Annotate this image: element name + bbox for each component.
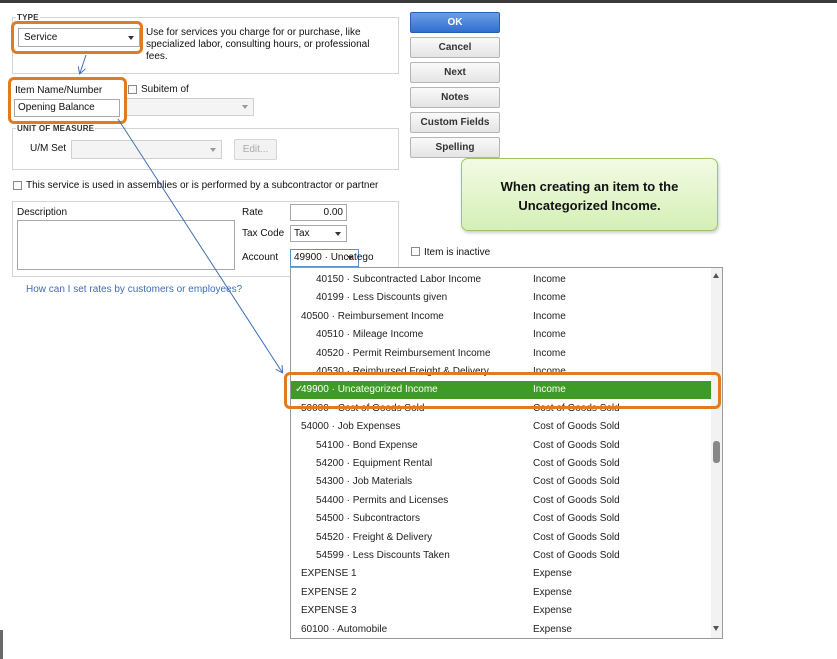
- subitem-label: Subitem of: [141, 84, 189, 95]
- account-row-type: Cost of Goods Sold: [533, 439, 620, 451]
- tax-code-value: Tax: [294, 228, 310, 239]
- tax-code-select[interactable]: Tax: [290, 225, 347, 242]
- account-row-type: Expense: [533, 586, 572, 598]
- tax-code-label: Tax Code: [242, 228, 285, 239]
- annotation-callout: When creating an item to the Uncategoriz…: [461, 158, 718, 231]
- account-row[interactable]: 40520 · Permit Reimbursement Income Incom…: [291, 345, 711, 363]
- account-row-type: Cost of Goods Sold: [533, 476, 620, 488]
- account-row[interactable]: 54400 · Permits and Licenses Cost of Good…: [291, 492, 711, 510]
- rate-label: Rate: [242, 207, 264, 218]
- um-set-select[interactable]: [71, 140, 222, 159]
- scroll-up-icon[interactable]: [713, 273, 719, 278]
- type-highlight: [11, 21, 143, 54]
- description-label: Description: [17, 207, 68, 218]
- account-row-type: Income: [533, 329, 566, 341]
- account-row-name: EXPENSE 3: [301, 605, 357, 617]
- item-name-highlight: [8, 77, 127, 124]
- um-edit-button[interactable]: Edit...: [234, 139, 277, 160]
- account-row-name: EXPENSE 1: [301, 568, 357, 580]
- account-row-name: 54200 · Equipment Rental: [316, 458, 433, 469]
- item-inactive-label: Item is inactive: [424, 247, 491, 258]
- account-row-type: Cost of Goods Sold: [533, 494, 620, 506]
- account-row[interactable]: EXPENSE 3 Expense: [291, 602, 711, 620]
- rate-value: 0.00: [323, 207, 343, 218]
- window-left-border: [0, 630, 3, 659]
- account-row-type: Expense: [533, 623, 572, 635]
- account-select-value: 49900 · Uncatego: [294, 252, 374, 263]
- account-row[interactable]: 54000 · Job Expenses Cost of Goods Sold: [291, 418, 711, 436]
- account-row-type: Expense: [533, 568, 572, 580]
- account-select[interactable]: 49900 · Uncatego: [290, 249, 374, 267]
- window-top-border: [0, 0, 837, 3]
- account-row-name: 54300 · Job Materials: [316, 476, 413, 488]
- custom-fields-button[interactable]: Custom Fields: [410, 112, 500, 133]
- ok-button[interactable]: OK: [410, 12, 500, 33]
- account-row-type: Income: [533, 292, 566, 304]
- account-dropdown-list[interactable]: 40150 · Subcontracted Labor Income Income…: [290, 267, 723, 639]
- chevron-down-icon: [347, 256, 353, 260]
- account-row-type: Expense: [533, 605, 572, 617]
- account-row-name: 54500 · Subcontractors: [316, 513, 420, 525]
- account-row[interactable]: 54100 · Bond Expense Cost of Goods Sold: [291, 437, 711, 455]
- account-row-type: Cost of Goods Sold: [533, 550, 620, 561]
- account-row-name: 54599 · Less Discounts Taken: [316, 550, 450, 561]
- description-textarea[interactable]: [17, 220, 235, 270]
- account-row-name: 60100 · Automobile: [301, 623, 388, 635]
- rates-help-link[interactable]: How can I set rates by customers or empl…: [26, 284, 242, 295]
- chevron-down-icon: [242, 105, 248, 109]
- account-row-name: 40500 · Reimbursement Income: [301, 310, 444, 322]
- rate-input[interactable]: 0.00: [290, 204, 347, 221]
- account-row-name: 40520 · Permit Reimbursement Income: [316, 347, 491, 359]
- unit-of-measure-label: UNIT OF MEASURE: [16, 124, 96, 133]
- account-row-type: Income: [533, 274, 566, 285]
- account-row-name: 40150 · Subcontracted Labor Income: [316, 274, 482, 285]
- item-inactive-checkbox[interactable]: [411, 247, 420, 256]
- subitem-select[interactable]: [124, 98, 254, 116]
- account-row-name: EXPENSE 2: [301, 586, 357, 598]
- account-row-type: Cost of Goods Sold: [533, 421, 620, 433]
- next-button[interactable]: Next: [410, 62, 500, 83]
- subitem-checkbox[interactable]: [128, 85, 137, 94]
- chevron-down-icon: [335, 231, 341, 236]
- account-row[interactable]: 54520 · Freight & Delivery Cost of Goods …: [291, 529, 711, 547]
- assembly-checkbox-label: This service is used in assemblies or is…: [26, 180, 379, 191]
- account-row-type: Cost of Goods Sold: [533, 531, 620, 543]
- account-row[interactable]: 40199 · Less Discounts given Income: [291, 289, 711, 307]
- cancel-button[interactable]: Cancel: [410, 37, 500, 58]
- account-row-type: Cost of Goods Sold: [533, 513, 620, 525]
- account-row-name: 54520 · Freight & Delivery: [316, 531, 433, 543]
- account-label: Account: [242, 252, 279, 263]
- account-row-name: 54400 · Permits and Licenses: [316, 494, 449, 506]
- chevron-down-icon: [210, 147, 216, 152]
- um-set-label: U/M Set: [30, 143, 67, 154]
- scroll-down-icon[interactable]: [713, 626, 719, 631]
- account-row-name: 40199 · Less Discounts given: [316, 292, 448, 304]
- type-description: Use for services you charge for or purch…: [146, 27, 370, 62]
- account-row[interactable]: 54599 · Less Discounts Taken Cost of Good…: [291, 547, 711, 565]
- scrollbar-thumb[interactable]: [713, 441, 720, 463]
- account-row[interactable]: 54300 · Job Materials Cost of Goods Sold: [291, 473, 711, 491]
- account-row-name: 54100 · Bond Expense: [316, 439, 418, 451]
- account-row[interactable]: 54500 · Subcontractors Cost of Goods Sold: [291, 510, 711, 528]
- notes-button[interactable]: Notes: [410, 87, 500, 108]
- account-row-type: Income: [533, 347, 566, 359]
- account-row-type: Income: [533, 310, 566, 322]
- account-row-type: Cost of Goods Sold: [533, 458, 620, 469]
- account-row[interactable]: EXPENSE 2 Expense: [291, 584, 711, 602]
- spelling-button[interactable]: Spelling: [410, 137, 500, 158]
- selected-account-highlight: [284, 372, 721, 409]
- account-row[interactable]: 60100 · Automobile Expense: [291, 621, 711, 638]
- account-row[interactable]: 40500 · Reimbursement Income Income: [291, 308, 711, 326]
- account-row[interactable]: 40150 · Subcontracted Labor Income Income: [291, 271, 711, 289]
- account-row-name: 54000 · Job Expenses: [301, 421, 401, 433]
- account-row[interactable]: 40510 · Mileage Income Income: [291, 326, 711, 344]
- account-row-name: 40510 · Mileage Income: [316, 329, 424, 341]
- dropdown-scrollbar[interactable]: [711, 268, 722, 638]
- account-row[interactable]: EXPENSE 1 Expense: [291, 565, 711, 583]
- account-row[interactable]: 54200 · Equipment Rental Cost of Goods So…: [291, 455, 711, 473]
- assembly-checkbox[interactable]: [13, 181, 22, 190]
